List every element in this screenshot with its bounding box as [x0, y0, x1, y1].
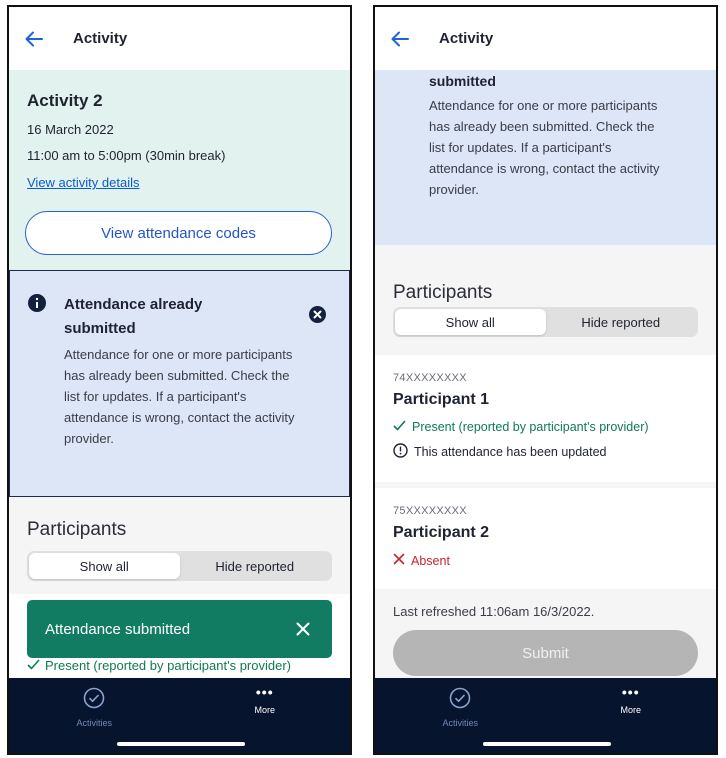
participant-status-text: Present (reported by participant's provi…: [412, 420, 649, 434]
submit-button[interactable]: Submit: [393, 630, 698, 676]
participants-section: Participants Show all Hide reported: [375, 245, 716, 355]
participant-status-peek: Present (reported by participant's provi…: [27, 658, 291, 673]
top-bar: Activity: [9, 7, 350, 70]
participant-card[interactable]: 74XXXXXXXX Participant 1 Present (report…: [375, 355, 716, 482]
nav-label-activities: Activities: [442, 718, 478, 728]
home-indicator: [117, 742, 245, 746]
filter-show-all[interactable]: Show all: [395, 309, 546, 335]
participant-card[interactable]: 75XXXXXXXX Participant 2 Absent: [375, 488, 716, 589]
toast-notification: Attendance submitted: [27, 600, 332, 658]
back-arrow-icon[interactable]: [391, 28, 413, 50]
page-title: Activity: [73, 30, 128, 47]
participants-heading: Participants: [27, 519, 127, 540]
participant-id: 74XXXXXXXX: [393, 372, 467, 384]
check-circle-icon: [449, 687, 471, 714]
nav-label-more: More: [254, 705, 275, 715]
participants-heading: Participants: [393, 282, 493, 303]
participant-filter: Show all Hide reported: [27, 551, 332, 581]
alert-circle-icon: [393, 443, 408, 461]
view-activity-details-link[interactable]: View activity details: [27, 175, 139, 190]
info-icon: [28, 294, 46, 312]
nav-label-more: More: [620, 705, 641, 715]
participant-note: This attendance has been updated: [393, 443, 698, 461]
participant-status: Absent: [393, 553, 698, 568]
participants-section: Participants Show all Hide reported: [9, 497, 350, 597]
phone-screen-left: Activity Activity 2 16 March 2022 11:00 …: [7, 5, 352, 755]
alert-title: Attendance already submitted: [64, 296, 203, 337]
participant-id: 75XXXXXXXX: [393, 505, 467, 517]
more-dots-icon: •••: [621, 684, 640, 700]
more-dots-icon: •••: [255, 684, 274, 700]
participant-status: Present (reported by participant's provi…: [393, 420, 698, 434]
participant-name: Participant 2: [393, 524, 490, 541]
close-icon[interactable]: [309, 306, 326, 323]
filter-show-all[interactable]: Show all: [29, 553, 180, 579]
activity-date: 16 March 2022: [27, 122, 114, 137]
phone-screen-right: Activity submitted Attendance for one or…: [373, 5, 718, 755]
participant-name: Participant 1: [393, 391, 490, 408]
page-title: Activity: [439, 30, 494, 47]
toast-message: Attendance submitted: [45, 620, 191, 638]
alert-body: Attendance for one or more participants …: [429, 98, 660, 197]
cross-icon: [393, 553, 405, 568]
close-icon[interactable]: [296, 622, 310, 636]
filter-hide-reported[interactable]: Hide reported: [546, 309, 697, 335]
participant-filter: Show all Hide reported: [393, 307, 698, 337]
last-refreshed-text: Last refreshed 11:06am 16/3/2022.: [393, 604, 595, 619]
participant-status-text: Present (reported by participant's provi…: [45, 658, 291, 673]
back-arrow-icon[interactable]: [25, 28, 47, 50]
checkmark-icon: [393, 420, 406, 434]
home-indicator: [483, 742, 611, 746]
activity-time: 11:00 am to 5:00pm (30min break): [27, 148, 226, 163]
view-attendance-codes-button[interactable]: View attendance codes: [25, 211, 332, 255]
nav-label-activities: Activities: [76, 718, 112, 728]
activity-summary-card: Activity 2 16 March 2022 11:00 am to 5:0…: [9, 70, 350, 270]
participant-status-text: Absent: [411, 553, 450, 568]
top-bar: Activity: [375, 7, 716, 70]
alert-body: Attendance for one or more participants …: [64, 347, 295, 446]
attendance-alert: Attendance already submitted Attendance …: [9, 270, 350, 497]
check-circle-icon: [83, 687, 105, 714]
filter-hide-reported[interactable]: Hide reported: [180, 553, 331, 579]
activity-title: Activity 2: [27, 91, 103, 110]
attendance-alert: submitted Attendance for one or more par…: [375, 70, 716, 245]
alert-title: submitted: [429, 73, 496, 89]
checkmark-icon: [27, 658, 40, 673]
participant-note-text: This attendance has been updated: [414, 445, 607, 459]
